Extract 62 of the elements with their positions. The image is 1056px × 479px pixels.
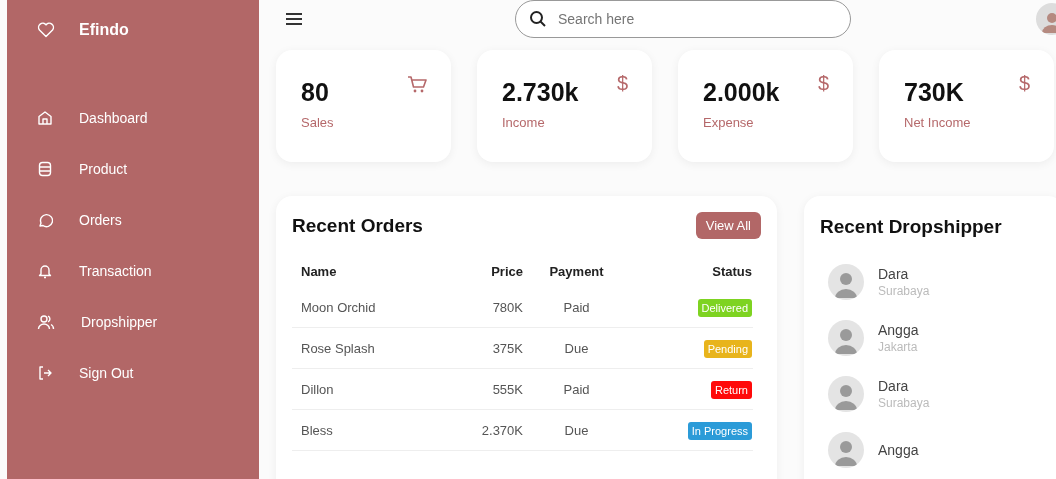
column-header: Name [300, 262, 338, 281]
stat-label: Sales [301, 115, 334, 130]
nav-item[interactable]: Sign Out [37, 347, 259, 398]
sign-out-icon [37, 364, 53, 381]
column-header: Payment [548, 262, 605, 281]
table-cell: Dillon [301, 381, 334, 397]
users-icon [37, 313, 55, 330]
stat-label: Income [502, 115, 546, 130]
nav-item[interactable]: Product [37, 143, 259, 194]
dropshipper-name: Dara [878, 378, 910, 394]
database-icon [37, 160, 53, 177]
table-cell: Paid [563, 299, 590, 315]
avatar-placeholder [828, 264, 864, 300]
chat-bubble-icon [37, 211, 53, 228]
bell-icon [37, 262, 53, 279]
stat-label: Expense [703, 115, 755, 130]
stat-value: 2.730k [502, 78, 579, 107]
cart-icon [407, 76, 427, 94]
nav-item[interactable]: Orders [37, 194, 259, 245]
menu-icon[interactable] [285, 12, 303, 26]
search-field[interactable]: Search here [515, 0, 851, 38]
dollar-symbol: $ [616, 72, 628, 95]
column-header: Price [490, 262, 524, 281]
panel-title: Recent Dropshipper [820, 216, 1003, 238]
table-cell: 555K [492, 381, 523, 397]
dropshipper-name: Angga [878, 322, 919, 338]
dropshipper-name: Angga [878, 442, 919, 458]
table-cell: 375K [492, 340, 523, 356]
stat-value: 2.000k [703, 78, 780, 107]
stat-value: 80 [301, 78, 330, 107]
status-badge: Return [710, 380, 752, 399]
stat-label: Net Income [904, 115, 971, 130]
table-cell: Paid [563, 381, 590, 397]
avatar-placeholder [828, 320, 864, 356]
status-badge: Pending [703, 339, 752, 358]
table-cell: 2.370K [481, 422, 523, 438]
dollar-symbol: $ [817, 72, 829, 95]
table-cell: Moon Orchid [301, 299, 376, 315]
table-cell: Due [564, 422, 589, 438]
heart-icon [37, 22, 55, 38]
nav-item[interactable]: Transaction [37, 245, 259, 296]
avatar-placeholder [828, 376, 864, 412]
status-badge: In Progress [687, 421, 752, 440]
table-cell: Bless [301, 422, 333, 438]
dollar-symbol: $ [1018, 72, 1030, 95]
home-icon [37, 109, 53, 126]
column-header: Status [711, 262, 753, 281]
avatar-placeholder [828, 432, 864, 468]
status-badge: Delivered [697, 298, 752, 317]
dropshipper-city: Jakarta [878, 340, 919, 354]
dropshipper-city: Surabaya [878, 284, 930, 298]
panel-title: Recent Orders [292, 214, 423, 237]
table-cell: 780K [492, 299, 523, 315]
view-all-button[interactable]: View All [695, 212, 761, 239]
table-cell: Due [564, 340, 589, 356]
brand-name: Efindo [79, 21, 129, 39]
nav-item[interactable]: Dropshipper [37, 296, 259, 347]
stat-value: 730K [904, 78, 965, 107]
nav-item[interactable]: Dashboard [37, 92, 259, 143]
table-cell: Rose Splash [301, 340, 375, 356]
dropshipper-name: Dara [878, 266, 910, 282]
dropshipper-city: Surabaya [878, 396, 930, 410]
